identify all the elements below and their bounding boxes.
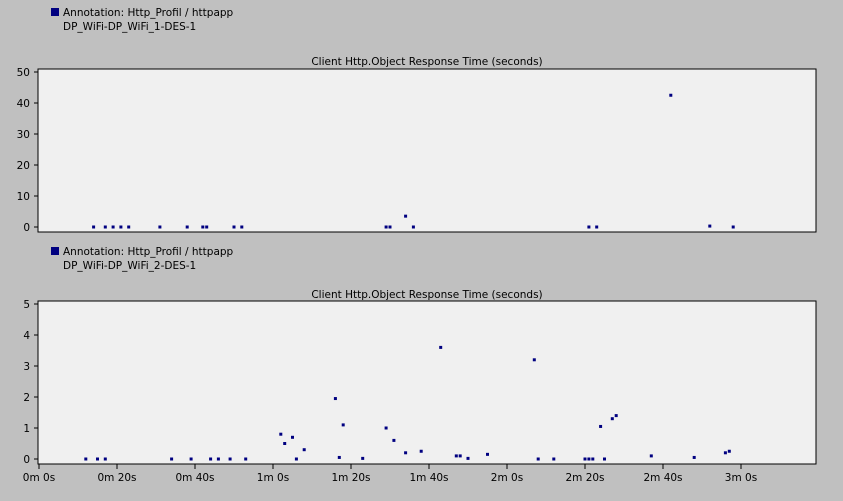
data-point xyxy=(591,457,595,461)
legend-line2-2: DP_WiFi-DP_WiFi_2-DES-1 xyxy=(63,260,196,272)
x-tick-label: 0m 40s xyxy=(175,472,214,484)
data-point xyxy=(454,454,458,458)
data-point xyxy=(723,451,727,455)
data-point xyxy=(205,225,209,229)
data-point xyxy=(96,457,99,461)
y-tick-label: 5 xyxy=(23,299,30,311)
data-point xyxy=(240,225,244,229)
data-point xyxy=(189,457,193,461)
y-tick-label: 3 xyxy=(23,361,30,373)
x-tick-label: 2m 40s xyxy=(643,472,682,484)
y-tick-label: 50 xyxy=(17,67,30,79)
data-point xyxy=(294,457,298,461)
legend-line1-2: Annotation: Http_Profil / httpapp xyxy=(63,246,234,258)
plot-area-2 xyxy=(37,300,817,465)
data-point xyxy=(283,442,287,445)
data-point xyxy=(216,457,220,461)
plot-area-1 xyxy=(37,68,817,233)
x-axis-2: 0m 0s 0m 20s 0m 40s 1m 0s 1m 20s 1m 40s 2m 0s 2… xyxy=(23,464,757,484)
data-point xyxy=(279,432,283,436)
x-tick-label: 1m 0s xyxy=(257,472,289,484)
data-point xyxy=(486,452,489,456)
panel-1: Annotation: Http_Profil / httpapp DP_WiF… xyxy=(17,7,817,234)
x-tick-label: 2m 0s xyxy=(491,472,523,484)
data-point xyxy=(158,225,162,229)
data-point xyxy=(337,455,341,459)
data-point xyxy=(731,225,735,229)
data-point xyxy=(341,423,345,427)
x-tick-label: 3m 0s xyxy=(725,472,757,484)
legend-swatch-1 xyxy=(51,8,59,16)
y-tick-label: 4 xyxy=(23,330,30,342)
data-point xyxy=(595,225,599,229)
data-point xyxy=(232,225,236,229)
chart-title-1: Client Http.Object Response Time (second… xyxy=(311,56,542,68)
data-point xyxy=(209,457,213,461)
data-point xyxy=(583,457,587,461)
y-axis-2: 0 1 2 3 4 5 xyxy=(23,299,38,466)
data-point xyxy=(228,457,232,461)
data-point xyxy=(111,225,115,229)
chart-canvas: Annotation: Http_Profil / httpapp DP_WiF… xyxy=(17,7,817,484)
y-tick-label: 40 xyxy=(17,98,30,110)
data-point xyxy=(727,449,731,453)
y-tick-label: 10 xyxy=(17,191,30,203)
data-point xyxy=(384,426,388,430)
data-point xyxy=(103,457,107,461)
data-point xyxy=(439,345,443,349)
y-tick-label: 30 xyxy=(17,129,30,141)
data-point xyxy=(244,457,248,461)
y-tick-label: 0 xyxy=(23,222,30,234)
data-point xyxy=(361,456,365,460)
chart-title-2: Client Http.Object Response Time (second… xyxy=(311,289,542,301)
data-point xyxy=(84,457,88,461)
data-point xyxy=(603,457,606,461)
data-point xyxy=(119,225,123,229)
y-tick-label: 20 xyxy=(17,160,30,172)
data-point xyxy=(419,449,423,453)
y-tick-label: 2 xyxy=(23,392,30,404)
data-point xyxy=(649,454,653,458)
y-tick-label: 0 xyxy=(23,454,30,466)
data-point xyxy=(552,457,556,461)
data-point xyxy=(587,457,591,461)
data-point xyxy=(610,417,614,421)
data-point xyxy=(614,414,618,418)
data-point xyxy=(708,224,712,228)
legend-line1-1: Annotation: Http_Profil / httpapp xyxy=(63,7,234,19)
data-point xyxy=(185,225,189,229)
y-axis-1: 0 10 20 30 40 50 xyxy=(17,67,38,234)
x-tick-label: 2m 20s xyxy=(565,472,604,484)
x-tick-label: 1m 20s xyxy=(331,472,370,484)
data-point xyxy=(692,455,696,459)
data-point xyxy=(466,456,470,460)
data-point xyxy=(404,451,408,455)
data-point xyxy=(201,225,205,229)
data-point xyxy=(392,438,396,442)
data-point xyxy=(92,225,96,229)
data-point xyxy=(587,225,591,229)
x-tick-label: 0m 0s xyxy=(23,472,55,484)
data-point xyxy=(599,424,603,428)
data-point xyxy=(127,225,131,229)
y-tick-label: 1 xyxy=(23,423,30,435)
data-point xyxy=(170,457,174,461)
data-point xyxy=(532,358,536,362)
data-point xyxy=(103,225,107,229)
legend-swatch-2 xyxy=(51,247,59,255)
data-point xyxy=(302,448,306,452)
data-point xyxy=(458,454,462,458)
data-point xyxy=(669,93,673,97)
data-point xyxy=(404,214,408,218)
data-point xyxy=(536,457,540,461)
data-point xyxy=(384,225,388,229)
data-point xyxy=(388,225,392,229)
data-point xyxy=(291,435,294,439)
data-point xyxy=(333,397,337,401)
x-tick-label: 1m 40s xyxy=(409,472,448,484)
panel-2: Annotation: Http_Profil / httpapp DP_WiF… xyxy=(23,246,817,484)
legend-line2-1: DP_WiFi-DP_WiFi_1-DES-1 xyxy=(63,21,196,33)
data-point xyxy=(411,225,415,229)
x-tick-label: 0m 20s xyxy=(97,472,136,484)
